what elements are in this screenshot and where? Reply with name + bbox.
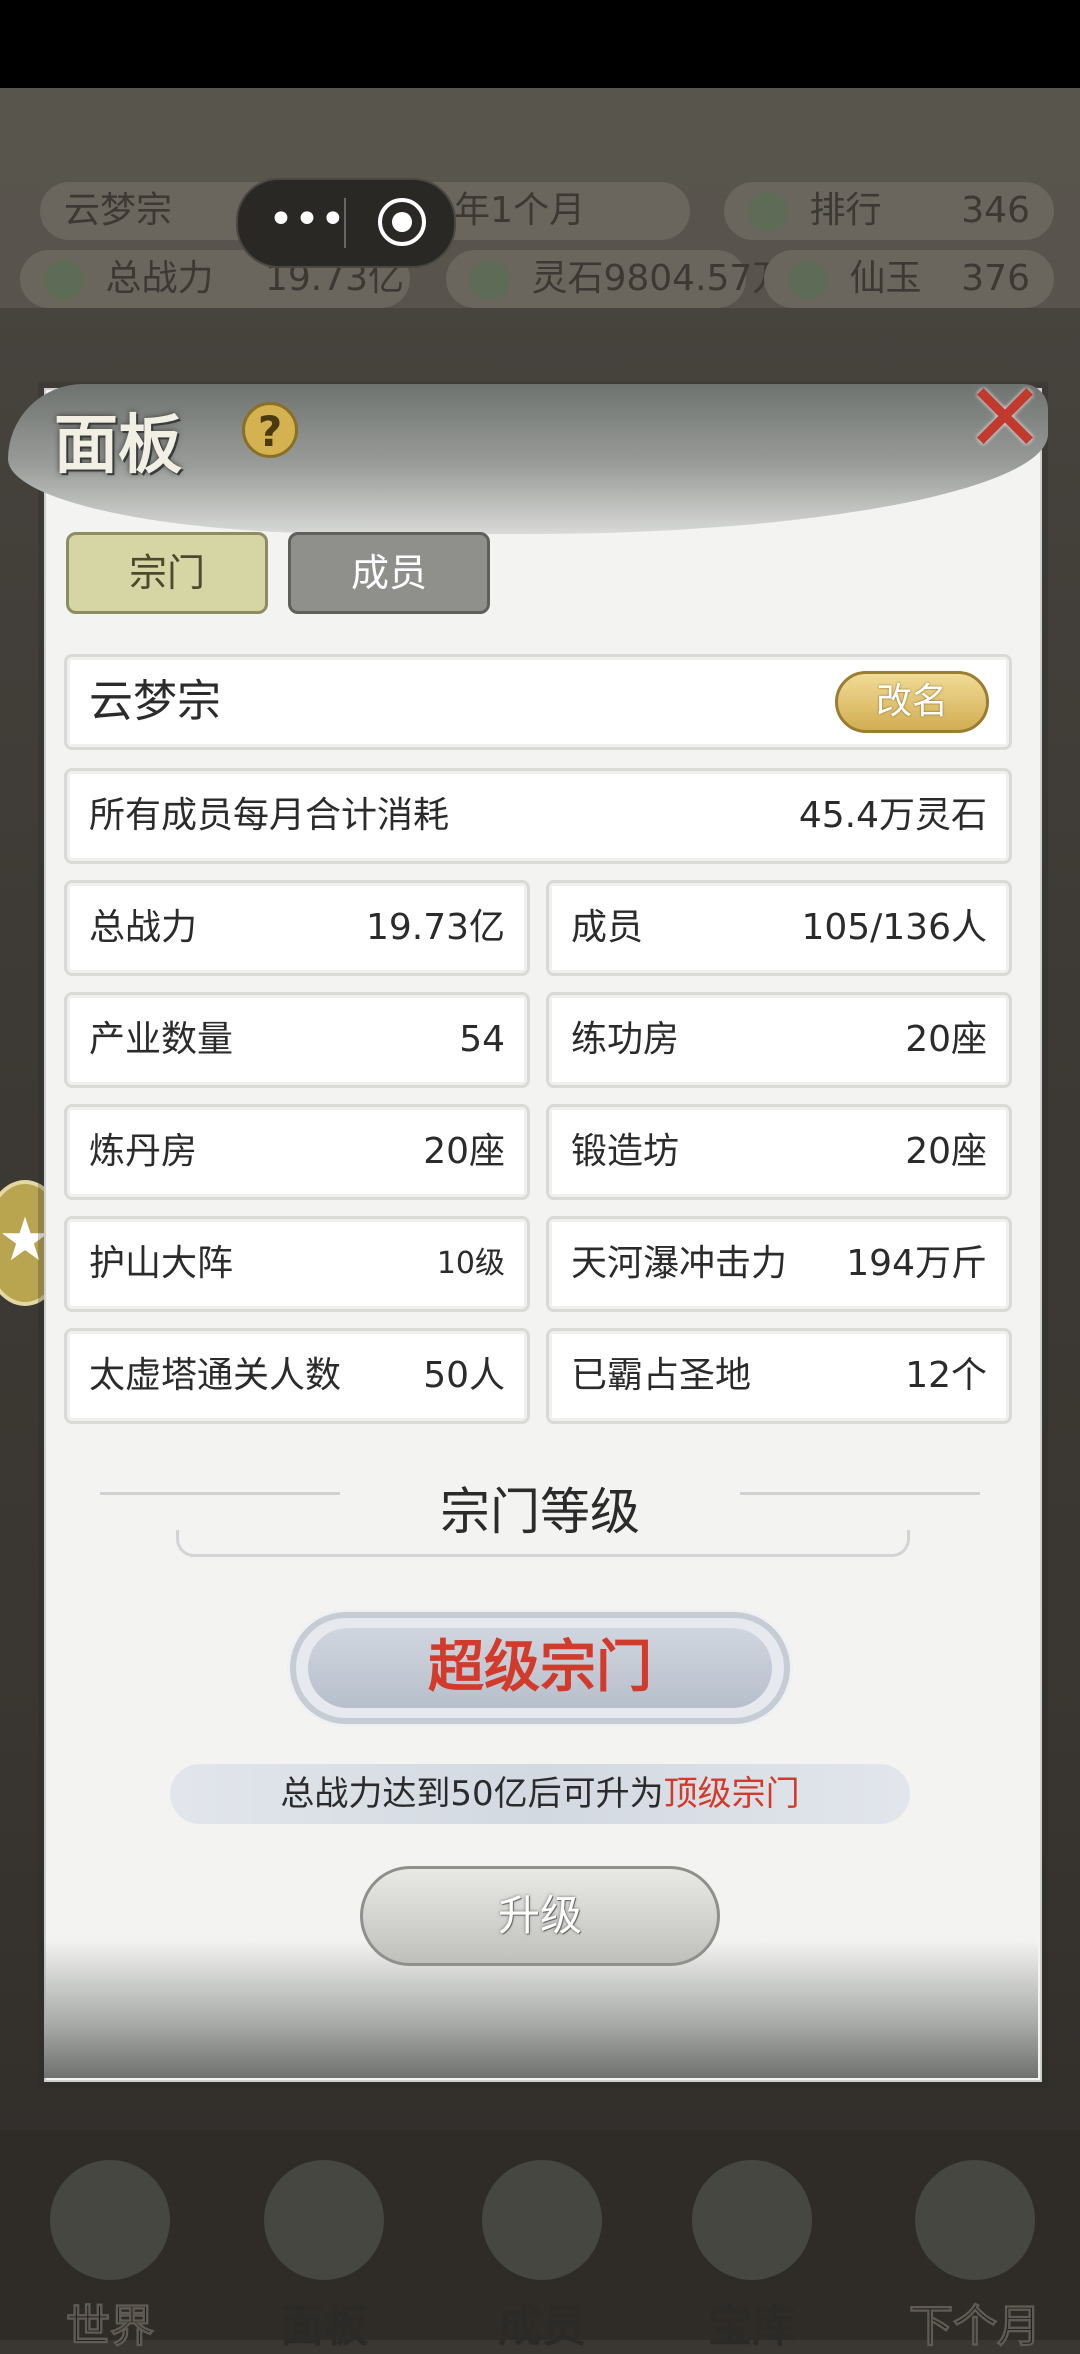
current-level-text: 超级宗门 <box>308 1628 772 1708</box>
stat-total-power: 总战力 19.73亿 <box>64 880 530 976</box>
stat-value: 20座 <box>905 1019 987 1060</box>
nav-members-label: 成员 <box>498 2301 586 2352</box>
nav-panel[interactable]: 面板 <box>244 2160 404 2352</box>
current-level-badge: 超级宗门 <box>290 1612 790 1724</box>
stat-alchemy-room: 炼丹房 20座 <box>64 1104 530 1200</box>
stat-value: 10级 <box>436 1246 505 1281</box>
spirit-stone-icon <box>470 260 510 300</box>
hud-power-label: 总战力 <box>105 258 214 299</box>
nav-panel-label: 面板 <box>280 2301 368 2352</box>
nav-members[interactable]: 成员 <box>462 2160 622 2352</box>
nav-world[interactable]: 世界 <box>30 2160 190 2353</box>
stat-value: 50人 <box>423 1355 505 1396</box>
sect-level-title: 宗门等级 <box>440 1483 640 1541</box>
power-icon <box>44 260 84 300</box>
stat-label: 炼丹房 <box>89 1131 198 1172</box>
nav-next-month-label: 下个月 <box>909 2301 1042 2353</box>
next-month-icon <box>915 2160 1035 2280</box>
world-icon <box>50 2160 170 2280</box>
hud-spirit-value: 9804.57万 <box>603 258 789 299</box>
stat-value: 12个 <box>905 1355 987 1396</box>
hud-rank-value: 346 <box>961 190 1030 231</box>
tab-sect[interactable]: 宗门 <box>66 532 268 614</box>
stat-label: 产业数量 <box>89 1019 234 1060</box>
stat-label: 太虚塔通关人数 <box>89 1355 342 1396</box>
stat-forge: 锻造坊 20座 <box>546 1104 1012 1200</box>
stat-tower-clears: 太虚塔通关人数 50人 <box>64 1328 530 1424</box>
stat-label: 总战力 <box>89 907 198 948</box>
hud-jade-value: 376 <box>961 258 1030 299</box>
stat-label: 所有成员每月合计消耗 <box>89 795 450 836</box>
panel-title: 面板 <box>54 408 182 483</box>
nav-world-label: 世界 <box>66 2301 155 2353</box>
stat-label: 已霸占圣地 <box>571 1355 752 1396</box>
status-bar <box>0 0 1080 88</box>
stat-mountain-array: 护山大阵 10级 <box>64 1216 530 1312</box>
stat-value: 45.4万灵石 <box>798 795 987 836</box>
stat-value: 194万斤 <box>846 1243 987 1284</box>
stat-training-room: 练功房 20座 <box>546 992 1012 1088</box>
upgrade-target-level: 顶级宗门 <box>663 1774 800 1814</box>
more-icon[interactable]: ••• <box>268 198 346 246</box>
close-miniprogram-icon[interactable] <box>378 198 426 246</box>
scroll-icon <box>264 2160 384 2280</box>
stat-industry-count: 产业数量 54 <box>64 992 530 1088</box>
jade-pill: 仙玉 376 <box>764 250 1054 308</box>
nav-treasury[interactable]: 宝库 <box>672 2160 832 2352</box>
spirit-stone-pill: 灵石9804.57万 <box>446 250 788 308</box>
sect-name-row: 云梦宗 改名 <box>64 654 1012 750</box>
members-icon <box>482 2160 602 2280</box>
stat-value: 20座 <box>423 1131 505 1172</box>
upgrade-requirement: 总战力达到50亿后可升为顶级宗门 <box>170 1764 910 1824</box>
stat-value: 105/136人 <box>801 907 987 948</box>
stat-value: 54 <box>459 1019 505 1060</box>
tab-members[interactable]: 成员 <box>288 532 490 614</box>
yin-yang-icon <box>692 2160 812 2280</box>
upgrade-button[interactable]: 升级 <box>360 1866 720 1966</box>
upgrade-note-text: 总战力达到50亿后可升为 <box>280 1774 664 1814</box>
hud-sect-name: 云梦宗 <box>64 190 173 231</box>
stat-holy-lands: 已霸占圣地 12个 <box>546 1328 1012 1424</box>
mini-program-capsule: ••• <box>236 178 456 268</box>
stat-label: 锻造坊 <box>571 1131 680 1172</box>
rename-button[interactable]: 改名 <box>835 671 989 733</box>
close-icon[interactable]: ✕ <box>960 370 1050 466</box>
beetle-icon <box>748 192 788 232</box>
stat-label: 练功房 <box>571 1019 680 1060</box>
sect-name: 云梦宗 <box>89 676 221 727</box>
hud-jade-label: 仙玉 <box>849 258 922 299</box>
help-icon[interactable]: ? <box>242 402 298 458</box>
stat-value: 20座 <box>905 1131 987 1172</box>
hud-rank-label: 排行 <box>809 190 882 231</box>
hud-spirit-label: 灵石 <box>531 258 604 299</box>
nav-treasury-label: 宝库 <box>708 2301 796 2352</box>
jade-icon <box>788 260 828 300</box>
nav-next-month[interactable]: 下个月 <box>880 2160 1070 2353</box>
stat-members: 成员 105/136人 <box>546 880 1012 976</box>
stat-label: 天河瀑冲击力 <box>571 1243 788 1284</box>
stat-label: 成员 <box>571 907 644 948</box>
stat-value: 19.73亿 <box>365 907 505 948</box>
rank-pill[interactable]: 排行 346 <box>724 182 1054 240</box>
capsule-divider <box>344 198 346 248</box>
stat-waterfall-impact: 天河瀑冲击力 194万斤 <box>546 1216 1012 1312</box>
monthly-cost-row: 所有成员每月合计消耗 45.4万灵石 <box>64 768 1012 864</box>
stat-label: 护山大阵 <box>89 1243 234 1284</box>
